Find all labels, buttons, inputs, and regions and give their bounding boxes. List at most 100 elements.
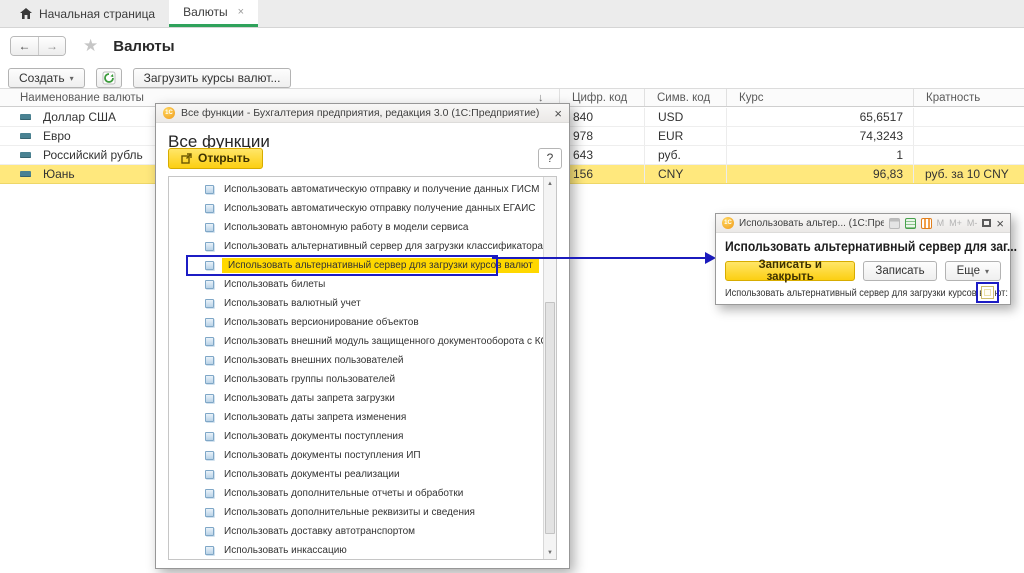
constant-icon — [205, 204, 214, 213]
function-item-label: Использовать автоматическую отправку и п… — [224, 184, 539, 195]
function-list-item[interactable]: Использовать автономную работу в модели … — [169, 218, 543, 237]
forward-button[interactable]: → — [38, 37, 65, 55]
checkbox-label: Использовать альтернативный сервер для з… — [725, 288, 1008, 299]
more-button[interactable]: Еще ▾ — [945, 261, 1001, 281]
function-item-label: Использовать даты запрета загрузки — [224, 393, 395, 404]
close-icon[interactable]: × — [996, 217, 1004, 230]
scrollbar-thumb[interactable] — [545, 302, 555, 534]
constant-icon — [205, 432, 214, 441]
popup-heading: Использовать альтернативный сервер для з… — [725, 239, 982, 254]
tab-close-icon[interactable]: × — [238, 6, 244, 18]
function-list-item[interactable]: Использовать документы реализации — [169, 465, 543, 484]
back-button[interactable]: ← — [11, 37, 38, 55]
currency-numeric-code: 643 — [560, 146, 645, 164]
function-list-item[interactable]: Использовать инкассацию — [169, 541, 543, 559]
constant-icon — [205, 299, 214, 308]
dropdown-caret-icon: ▾ — [70, 74, 74, 83]
constant-icon — [205, 337, 214, 346]
function-list-item[interactable]: Использовать билеты — [169, 275, 543, 294]
function-item-label: Использовать валютный учет — [224, 298, 361, 309]
printer-icon[interactable] — [889, 218, 900, 229]
dropdown-caret-icon: ▾ — [985, 267, 989, 276]
sort-descending-icon: ↓ — [538, 92, 544, 104]
alternative-server-checkbox[interactable] — [981, 286, 994, 299]
favorite-star-icon[interactable]: ★ — [83, 36, 98, 56]
page-title: Валюты — [113, 38, 174, 55]
constant-icon — [205, 242, 214, 251]
function-item-label: Использовать дополнительные реквизиты и … — [224, 507, 475, 518]
home-icon — [20, 8, 32, 19]
save-button[interactable]: Записать — [863, 261, 936, 281]
function-list-item[interactable]: Использовать альтернативный сервер для з… — [169, 256, 543, 275]
currency-rate: 96,83 — [727, 165, 914, 183]
function-list-item[interactable]: Использовать доставку автотранспортом — [169, 522, 543, 541]
popup-title-bar[interactable]: 1С Использовать альтер... (1С:Предприяти… — [716, 214, 1010, 233]
function-list-item[interactable]: Использовать документы поступления — [169, 427, 543, 446]
function-item-label: Использовать автономную работу в модели … — [224, 222, 468, 233]
currency-name: Евро — [43, 129, 71, 143]
constant-icon — [205, 375, 214, 384]
1c-logo-icon: 1С — [722, 217, 734, 229]
function-item-label: Использовать внешний модуль защищенного … — [224, 336, 543, 347]
function-item-label: Использовать документы поступления ИП — [224, 450, 421, 461]
scroll-up-icon[interactable]: ▲ — [544, 177, 556, 190]
function-list-item[interactable]: Использовать даты запрета загрузки — [169, 389, 543, 408]
help-button[interactable]: ? — [538, 148, 562, 169]
tab-label: Валюты — [183, 5, 228, 19]
create-button[interactable]: Создать ▾ — [8, 68, 85, 88]
currency-symbol-code: CNY — [645, 165, 727, 183]
dialog-title-bar[interactable]: 1С Все функции - Бухгалтерия предприятия… — [156, 104, 569, 123]
memory-minus-button[interactable]: М- — [967, 218, 978, 228]
function-item-label: Использовать внешних пользователей — [224, 355, 404, 366]
maximize-icon[interactable] — [982, 219, 991, 227]
column-header-multiplicity[interactable]: Кратность — [914, 89, 1024, 106]
currency-multiplicity — [914, 146, 1024, 164]
annotation-arrow — [492, 257, 707, 259]
save-and-close-button[interactable]: Записать и закрыть — [725, 261, 855, 281]
constant-icon — [205, 489, 214, 498]
load-rates-button[interactable]: Загрузить курсы валют... — [133, 68, 292, 88]
constant-icon — [205, 280, 214, 289]
open-button[interactable]: Открыть — [168, 148, 263, 169]
function-list-item[interactable]: Использовать дополнительные реквизиты и … — [169, 503, 543, 522]
memory-plus-button[interactable]: М+ — [949, 218, 962, 228]
1c-logo-icon: 1С — [163, 107, 175, 119]
currency-item-icon — [20, 133, 31, 139]
open-icon — [181, 153, 192, 164]
function-list-item[interactable]: Использовать автоматическую отправку и п… — [169, 180, 543, 199]
function-list-item[interactable]: Использовать группы пользователей — [169, 370, 543, 389]
function-list-item[interactable]: Использовать даты запрета изменения — [169, 408, 543, 427]
tab-home[interactable]: Начальная страница — [6, 0, 169, 27]
function-list-item[interactable]: Использовать валютный учет — [169, 294, 543, 313]
refresh-rates-button[interactable] — [96, 68, 122, 88]
tab-currencies[interactable]: Валюты × — [169, 0, 258, 27]
scrollbar[interactable]: ▲ ▼ — [543, 177, 556, 559]
column-header-symbol-code[interactable]: Симв. код — [645, 89, 727, 106]
function-item-label: Использовать доставку автотранспортом — [224, 526, 415, 537]
calendar-icon[interactable] — [921, 218, 932, 229]
function-list-item[interactable]: Использовать внешних пользователей — [169, 351, 543, 370]
currency-numeric-code: 156 — [560, 165, 645, 183]
constant-icon — [205, 470, 214, 479]
column-header-numeric-code[interactable]: Цифр. код — [560, 89, 645, 106]
currency-multiplicity: руб. за 10 CNY — [914, 165, 1024, 183]
function-list-item[interactable]: Использовать дополнительные отчеты и обр… — [169, 484, 543, 503]
currency-symbol-code: USD — [645, 108, 727, 126]
column-header-rate[interactable]: Курс — [727, 89, 914, 106]
constant-icon — [205, 318, 214, 327]
function-list-item[interactable]: Использовать документы поступления ИП — [169, 446, 543, 465]
calculator-icon[interactable] — [905, 218, 916, 229]
function-list-item[interactable]: Использовать внешний модуль защищенного … — [169, 332, 543, 351]
constant-icon — [205, 527, 214, 536]
close-icon[interactable]: × — [554, 107, 562, 120]
function-list-item[interactable]: Использовать версионирование объектов — [169, 313, 543, 332]
memory-button[interactable]: М — [937, 218, 945, 228]
popup-title: Использовать альтер... (1С:Предприятие) — [739, 218, 884, 229]
function-list-item[interactable]: Использовать альтернативный сервер для з… — [169, 237, 543, 256]
currency-item-icon — [20, 171, 31, 177]
scroll-down-icon[interactable]: ▼ — [544, 546, 556, 559]
function-list-item[interactable]: Использовать автоматическую отправку пол… — [169, 199, 543, 218]
popup-checkbox-row: Использовать альтернативный сервер для з… — [725, 288, 1001, 299]
functions-list-panel: Использовать автоматическую отправку и п… — [168, 176, 557, 560]
constant-icon — [205, 185, 214, 194]
